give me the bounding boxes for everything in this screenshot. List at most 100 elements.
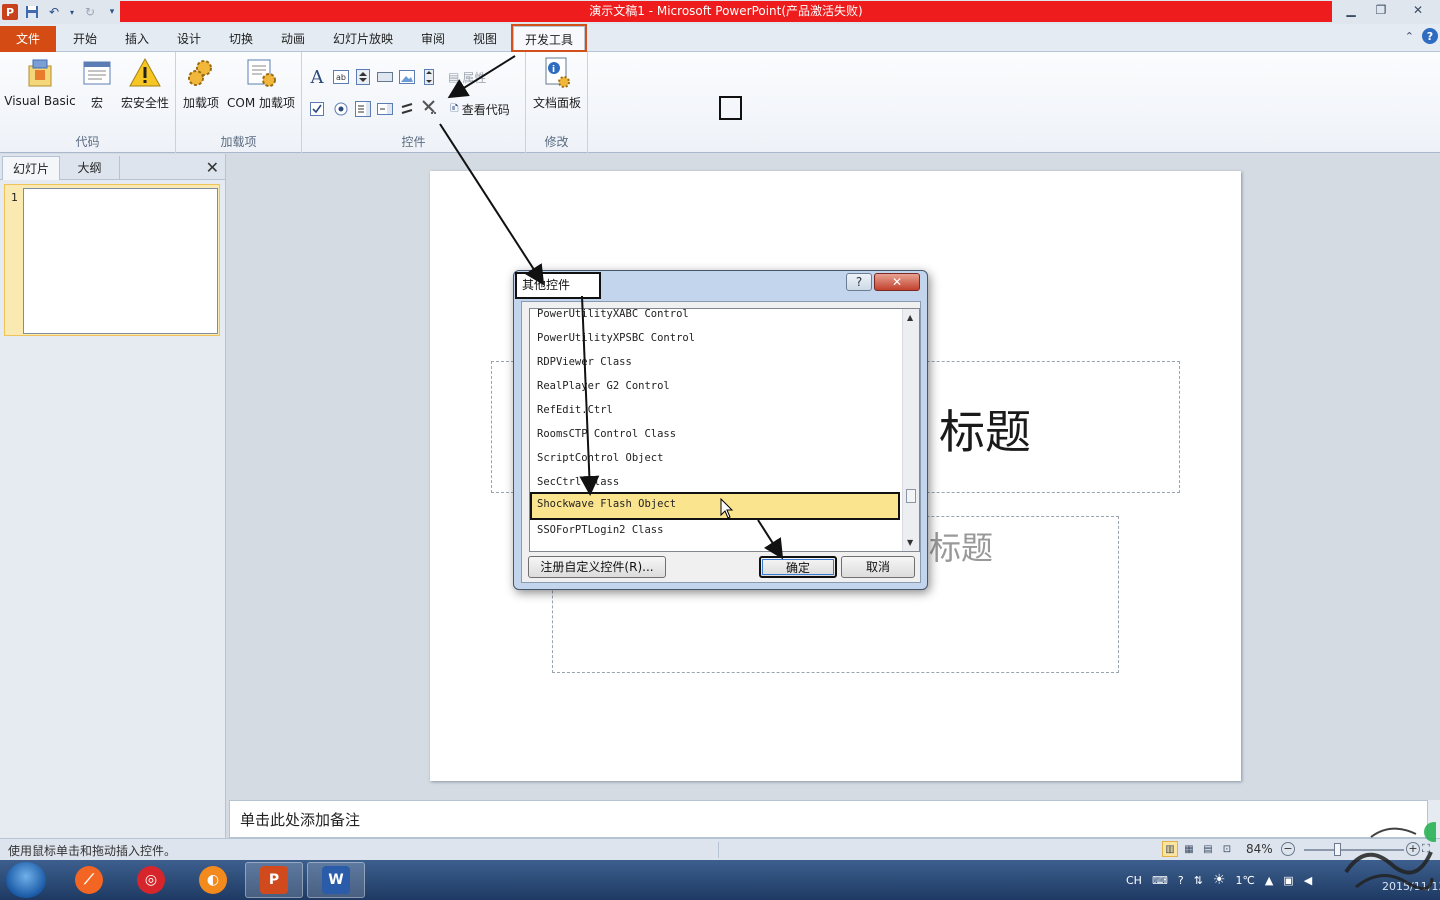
close-window-icon[interactable]: ✕ bbox=[1396, 0, 1440, 20]
input-language[interactable]: CH bbox=[1126, 874, 1142, 887]
normal-view-icon[interactable]: ▥ bbox=[1162, 841, 1178, 857]
slides-panel: 幻灯片 大纲 ✕ 1 bbox=[0, 154, 226, 838]
ribbon-developer: Visual Basic 宏 宏安全性 代码 加载项 COM 加载项 加载项 A… bbox=[0, 52, 1440, 153]
help-tray-icon[interactable]: ? bbox=[1178, 874, 1184, 887]
minimize-icon[interactable]: ▁ bbox=[1336, 0, 1366, 20]
customize-qat-icon[interactable]: ▾ bbox=[104, 4, 120, 20]
redo-icon[interactable]: ↻ bbox=[82, 4, 98, 20]
view-code-icon: 🗈 bbox=[450, 100, 459, 115]
group-addins: 加载项 COM 加载项 加载项 bbox=[176, 52, 302, 153]
option-button-icon[interactable] bbox=[332, 100, 350, 118]
ok-button[interactable]: 确定 bbox=[759, 556, 837, 578]
toggle-button-icon[interactable] bbox=[398, 100, 416, 118]
list-item[interactable]: PowerUtilityXPSBC Control bbox=[530, 326, 902, 350]
scrollbar-control-icon[interactable] bbox=[420, 68, 438, 86]
tab-transitions[interactable]: 切换 bbox=[218, 26, 264, 52]
help-icon[interactable]: ? bbox=[1422, 28, 1438, 44]
macros-button[interactable]: 宏 bbox=[80, 56, 114, 111]
list-item[interactable]: SSOForPTLogin2 Class bbox=[530, 518, 902, 542]
slide-sorter-icon[interactable]: ▦ bbox=[1181, 841, 1197, 857]
list-item[interactable]: PowerUtilityXABC Control bbox=[530, 309, 902, 326]
scroll-thumb[interactable] bbox=[906, 489, 916, 503]
list-item[interactable]: RDPViewer Class bbox=[530, 350, 902, 374]
list-item[interactable]: RefEdit.Ctrl bbox=[530, 398, 902, 422]
slide-thumbnail-item[interactable]: 1 bbox=[4, 184, 220, 336]
input-options-icon[interactable]: ⇅ bbox=[1194, 874, 1203, 887]
zoom-out-button[interactable]: − bbox=[1281, 842, 1295, 856]
gear-icon bbox=[184, 56, 218, 90]
tab-view[interactable]: 视图 bbox=[462, 26, 508, 52]
volume-icon[interactable]: ◀ bbox=[1304, 874, 1312, 887]
quick-access-toolbar: P ↶ ▾ ↻ ▾ bbox=[0, 0, 120, 24]
label-control-icon[interactable]: A bbox=[308, 67, 326, 88]
close-panel-icon[interactable]: ✕ bbox=[206, 158, 219, 177]
weather-sun-icon[interactable]: ☀ bbox=[1213, 872, 1226, 888]
start-button-icon[interactable] bbox=[6, 862, 46, 898]
checkbox-control-icon[interactable] bbox=[308, 100, 326, 118]
window-controls: ▁ ❐ ✕ bbox=[1336, 0, 1440, 20]
taskbar-powerpoint[interactable]: P bbox=[245, 862, 303, 898]
dialog-help-button[interactable]: ? bbox=[846, 273, 872, 291]
register-custom-button[interactable]: 注册自定义控件(R)... bbox=[528, 556, 666, 578]
dialog-title: 其他控件 bbox=[515, 272, 601, 299]
reading-view-icon[interactable]: ▤ bbox=[1200, 841, 1216, 857]
list-item[interactable]: RealPlayer G2 Control bbox=[530, 374, 902, 398]
dialog-body: PowerUtilityXABC Control PowerUtilityXPS… bbox=[521, 301, 921, 583]
list-item[interactable]: SecCtrl Class bbox=[530, 470, 902, 494]
view-code-button[interactable]: 🗈 查看代码 bbox=[450, 100, 522, 118]
list-item[interactable]: RoomsCTP Control Class bbox=[530, 422, 902, 446]
command-button-icon[interactable] bbox=[376, 68, 394, 86]
listbox-control-icon[interactable] bbox=[354, 100, 372, 118]
dialog-close-button[interactable]: ✕ bbox=[874, 273, 920, 291]
zoom-level[interactable]: 84% bbox=[1246, 842, 1273, 856]
notes-placeholder: 单击此处添加备注 bbox=[240, 811, 361, 829]
visual-basic-button[interactable]: Visual Basic bbox=[4, 56, 76, 108]
tab-insert[interactable]: 插入 bbox=[114, 26, 160, 52]
group-modify: i 文档面板 修改 bbox=[526, 52, 588, 153]
com-addins-icon bbox=[244, 56, 278, 90]
view-buttons: ▥ ▦ ▤ ⊡ bbox=[1162, 841, 1235, 857]
more-controls-icon[interactable] bbox=[420, 98, 438, 116]
list-item-selected[interactable]: Shockwave Flash Object bbox=[530, 492, 900, 520]
slide-thumbnail[interactable] bbox=[23, 188, 218, 334]
taskbar-app-1[interactable]: ⟋ bbox=[60, 862, 118, 898]
tab-home[interactable]: 开始 bbox=[62, 26, 108, 52]
combobox-control-icon[interactable] bbox=[376, 100, 394, 118]
properties-button[interactable]: ▤ 属性 bbox=[448, 68, 508, 86]
cancel-button[interactable]: 取消 bbox=[841, 556, 915, 578]
spin-button-icon[interactable] bbox=[354, 68, 372, 86]
tab-slides[interactable]: 幻灯片 bbox=[2, 156, 60, 180]
collapse-ribbon-icon[interactable]: ⌃ bbox=[1405, 30, 1414, 43]
image-control-icon[interactable] bbox=[398, 68, 416, 86]
addins-button[interactable]: 加载项 bbox=[180, 56, 222, 111]
taskbar-app-2[interactable]: ◎ bbox=[122, 862, 180, 898]
window-title: 演示文稿1 - Microsoft PowerPoint(产品激活失败) bbox=[120, 1, 1332, 22]
undo-dropdown-icon[interactable]: ▾ bbox=[68, 4, 76, 20]
tab-review[interactable]: 审阅 bbox=[410, 26, 456, 52]
com-addins-button[interactable]: COM 加载项 bbox=[224, 56, 298, 111]
save-icon[interactable] bbox=[24, 4, 40, 20]
maximize-icon[interactable]: ❐ bbox=[1366, 0, 1396, 20]
scroll-up-icon[interactable]: ▲ bbox=[907, 313, 913, 322]
slideshow-view-icon[interactable]: ⊡ bbox=[1219, 841, 1235, 857]
listbox-scrollbar[interactable]: ▲ ▼ bbox=[902, 309, 919, 551]
tray-expand-icon[interactable]: ▲ bbox=[1265, 874, 1273, 887]
tab-outline[interactable]: 大纲 bbox=[60, 156, 120, 180]
scroll-down-icon[interactable]: ▼ bbox=[907, 538, 913, 547]
tab-slideshow[interactable]: 幻灯片放映 bbox=[324, 26, 402, 52]
taskbar-app-3[interactable]: ◐ bbox=[184, 862, 242, 898]
list-item[interactable]: ScriptControl Object bbox=[530, 446, 902, 470]
tab-file[interactable]: 文件 bbox=[0, 26, 56, 52]
more-controls-highlight bbox=[719, 96, 742, 120]
undo-icon[interactable]: ↶ bbox=[46, 4, 62, 20]
document-panel-button[interactable]: i 文档面板 bbox=[530, 56, 584, 111]
taskbar-word[interactable]: W bbox=[307, 862, 365, 898]
tab-design[interactable]: 设计 bbox=[166, 26, 212, 52]
network-icon[interactable]: ▣ bbox=[1283, 874, 1293, 887]
tab-animations[interactable]: 动画 bbox=[270, 26, 316, 52]
powerpoint-app-icon[interactable]: P bbox=[2, 4, 18, 20]
textbox-control-icon[interactable]: ab bbox=[332, 68, 350, 86]
keyboard-icon[interactable]: ⌨ bbox=[1152, 874, 1168, 887]
notes-pane[interactable]: 单击此处添加备注 bbox=[229, 800, 1428, 838]
macro-security-button[interactable]: 宏安全性 bbox=[118, 56, 172, 111]
